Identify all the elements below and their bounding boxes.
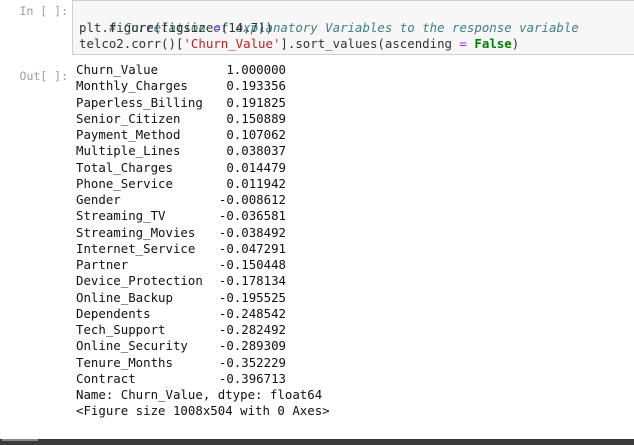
series-value: 0.011942 (226, 175, 286, 191)
series-value: -0.282492 (218, 322, 286, 337)
series-index-label: Monthly_Charges (76, 78, 188, 94)
series-row: Total_Charges 0.014479 (76, 160, 330, 176)
series-index-label: Gender (76, 192, 121, 207)
series-row: Senior_Citizen 0.150889 (76, 111, 330, 127)
input-prompt: In [ ]: (19, 4, 68, 18)
series-index-label: Multiple_Lines (76, 143, 181, 159)
series-index-label: Partner (76, 257, 129, 272)
series-index-label: Online_Backup (76, 289, 173, 305)
series-row: Streaming_TV -0.036581 (76, 208, 330, 224)
series-value: 0.014479 (226, 159, 286, 175)
series-index-label: Payment_Method (76, 127, 181, 142)
series-index-label: Paperless_Billing (76, 94, 203, 110)
series-value: -0.008612 (218, 192, 286, 207)
code-operator: = (213, 20, 221, 35)
series-row: Tech_Support -0.282492 (76, 322, 330, 338)
series-value: 0.191825 (226, 94, 286, 110)
series-footer: Name: Churn_Value, dtype: float64 (76, 387, 323, 402)
series-value: 0.193356 (226, 78, 286, 94)
series-value: -0.289309 (218, 338, 286, 354)
code-keyword: False (474, 36, 512, 51)
series-row: Partner -0.150448 (76, 257, 330, 273)
series-row: Online_Backup -0.195525 (76, 290, 330, 306)
series-index-label: Contract (76, 370, 136, 386)
series-row: Phone_Service 0.011942 (76, 176, 330, 192)
code-cell-input[interactable]: # Correlation of explanatory Variables t… (72, 0, 634, 55)
series-value: 1.000000 (226, 62, 286, 77)
cell-output: Churn_Value 1.000000 Monthly_Charges 0.1933… (76, 62, 330, 420)
code-token: telco2.corr()[ (79, 36, 184, 51)
series-row: Internet_Service -0.047291 (76, 241, 330, 257)
series-value: -0.036581 (218, 208, 286, 224)
series-row: Monthly_Charges 0.193356 (76, 78, 330, 94)
code-token: ) (511, 36, 520, 51)
series-value: 0.038037 (226, 143, 286, 159)
series-index-label: Tech_Support (76, 322, 166, 337)
code-token: plt.figure(figsize (79, 20, 214, 35)
series-value: -0.195525 (218, 289, 286, 305)
code-string: 'Churn_Value' (183, 36, 281, 51)
series-row: Tenure_Months -0.352229 (76, 355, 330, 371)
code-operator: = (459, 36, 467, 51)
series-index-label: Total_Charges (76, 159, 173, 175)
figure-repr: <Figure size 1008x504 with 0 Axes> (76, 403, 330, 419)
output-prompt: Out[ ]: (19, 69, 68, 83)
series-index-label: Device_Protection (76, 273, 203, 289)
series-index-label: Churn_Value (76, 62, 159, 77)
status-indicator (2, 439, 38, 441)
bottom-status-bar (0, 439, 634, 445)
series-index-label: Phone_Service (76, 175, 173, 191)
series-value: -0.038492 (218, 224, 286, 240)
series-value: 0.107062 (226, 127, 286, 142)
series-value: -0.047291 (218, 240, 286, 256)
series-index-label: Internet_Service (76, 240, 196, 256)
series-value: -0.178134 (218, 273, 286, 289)
series-value: -0.396713 (218, 370, 286, 386)
series-index-label: Tenure_Months (76, 354, 173, 370)
series-index-label: Streaming_Movies (76, 224, 196, 240)
series-value: -0.248542 (218, 305, 286, 321)
series-row: Paperless_Billing 0.191825 (76, 95, 330, 111)
series-row: Dependents -0.248542 (76, 306, 330, 322)
code-token: ].sort_values(ascending (280, 36, 460, 51)
series-row: Payment_Method 0.107062 (76, 127, 330, 143)
series-row: Online_Security -0.289309 (76, 338, 330, 354)
series-row: Device_Protection -0.178134 (76, 273, 330, 289)
series-output: Churn_Value 1.000000 Monthly_Charges 0.1933… (76, 62, 330, 387)
series-row: Gender -0.008612 (76, 192, 330, 208)
code-token: (14,7)) (220, 20, 273, 35)
series-row: Streaming_Movies -0.038492 (76, 225, 330, 241)
series-value: -0.352229 (218, 354, 286, 370)
series-index-label: Senior_Citizen (76, 110, 181, 126)
series-value: 0.150889 (226, 110, 286, 126)
code-line-1: # Correlation of explanatory Variables t… (79, 4, 628, 35)
series-row: Churn_Value 1.000000 (76, 62, 330, 78)
code-line-3: telco2.corr()['Churn_Value'].sort_values… (79, 36, 628, 52)
series-index-label: Online_Security (76, 338, 188, 354)
series-value: -0.150448 (218, 257, 286, 272)
series-index-label: Streaming_TV (76, 208, 166, 224)
series-row: Multiple_Lines 0.038037 (76, 143, 330, 159)
series-index-label: Dependents (76, 305, 151, 321)
series-row: Contract -0.396713 (76, 371, 330, 387)
